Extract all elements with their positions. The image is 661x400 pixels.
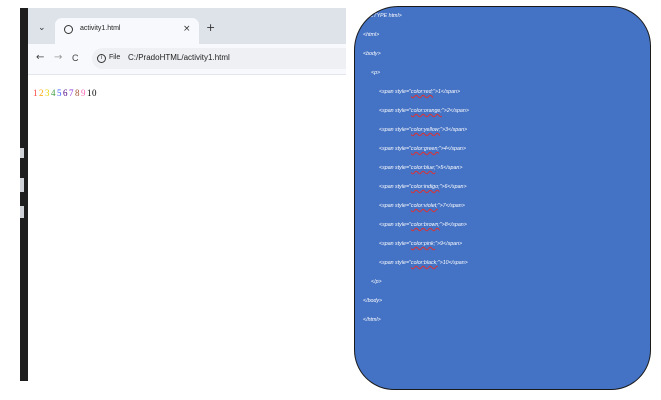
number-8: 8 — [75, 88, 80, 98]
code-text: <span style=" — [379, 89, 411, 95]
number-10: 10 — [87, 88, 97, 98]
code-text: ">8</span> — [439, 222, 467, 228]
style-value: color:green; — [410, 146, 439, 152]
style-value: color:indigo; — [410, 184, 440, 190]
code-text: <span style=" — [379, 222, 411, 228]
code-text: <html> — [363, 32, 380, 38]
code-text: <span style=" — [379, 203, 411, 209]
style-value: color:yellow; — [410, 127, 441, 133]
number-4: 4 — [51, 88, 56, 98]
code-span-line-8: <span style="color:brown;">8</span> — [379, 222, 467, 228]
editor-sidebar-mark — [20, 178, 24, 192]
number-9: 9 — [81, 88, 86, 98]
style-value: color:orange; — [410, 108, 442, 114]
address-bar[interactable]: i File C:/PradoHTML/activity1.html — [92, 48, 346, 69]
style-value: color:violet; — [410, 203, 438, 209]
number-7: 7 — [69, 88, 74, 98]
new-tab-button[interactable]: + — [206, 22, 215, 33]
url-text[interactable]: C:/PradoHTML/activity1.html — [128, 53, 230, 62]
code-span-line-3: <span style="color:yellow;">3</span> — [379, 127, 467, 133]
code-html-open: <html> — [363, 32, 379, 38]
code-text: ">4</span> — [438, 146, 466, 152]
code-span-line-1: <span style="color:red;">1</span> — [379, 89, 460, 95]
code-body-close: </body> — [363, 298, 382, 304]
code-text: </html> — [363, 317, 381, 323]
number-1: 1 — [33, 88, 38, 98]
forward-arrow-icon[interactable]: → — [54, 53, 62, 63]
code-span-line-10: <span style="color:black;">10</span> — [379, 260, 468, 266]
browser-screenshot: ⌄ activity1.html × + ← → C i File C:/Pra… — [20, 8, 346, 381]
back-arrow-icon[interactable]: ← — [36, 53, 44, 63]
code-body-open: <body> — [363, 51, 381, 57]
colored-numbers: 12345678910 — [33, 88, 98, 98]
number-5: 5 — [57, 88, 62, 98]
style-value: color:pink; — [410, 241, 436, 247]
code-text: <span style=" — [379, 260, 411, 266]
code-text: <p> — [371, 70, 381, 76]
code-text: </body> — [363, 298, 383, 304]
tab-search-dropdown-icon[interactable]: ⌄ — [38, 23, 48, 33]
number-2: 2 — [39, 88, 44, 98]
code-text: <span style=" — [379, 127, 411, 133]
file-scheme-label: File — [109, 54, 121, 61]
close-tab-icon[interactable]: × — [183, 24, 191, 34]
code-text: <span style=" — [379, 146, 411, 152]
code-text: <span style=" — [379, 165, 411, 171]
style-value: color:red; — [410, 89, 434, 95]
code-p-open: <p> — [371, 70, 380, 76]
code-span-line-9: <span style="color:pink;">9</span> — [379, 241, 462, 247]
code-p-close: </p> — [371, 279, 382, 285]
browser-toolbar: ← → C i File C:/PradoHTML/activity1.html — [28, 44, 346, 75]
code-text: <span style=" — [379, 184, 411, 190]
style-value: color:blue; — [410, 165, 436, 171]
code-text: ">10</span> — [437, 260, 468, 266]
code-span-line-7: <span style="color:violet;">7</span> — [379, 203, 465, 209]
code-text: ">7</span> — [437, 203, 465, 209]
code-text: <!DOCTYPE html> — [357, 13, 402, 19]
number-6: 6 — [63, 88, 68, 98]
editor-sidebar-mark — [20, 206, 24, 218]
tab-bar: ⌄ activity1.html × + — [28, 8, 346, 44]
code-text: ">9</span> — [435, 241, 463, 247]
code-span-line-4: <span style="color:green;">4</span> — [379, 146, 466, 152]
style-value: color:brown; — [410, 222, 440, 228]
code-text: <span style=" — [379, 108, 411, 114]
code-html-close: </html> — [363, 317, 381, 323]
code-span-line-6: <span style="color:indigo;">6</span> — [379, 184, 467, 190]
code-text: <body> — [363, 51, 381, 57]
code-span-line-2: <span style="color:orange;">2</span> — [379, 108, 469, 114]
code-text: ">5</span> — [435, 165, 463, 171]
code-span-line-5: <span style="color:blue;">5</span> — [379, 165, 462, 171]
code-text: ">3</span> — [440, 127, 468, 133]
globe-icon — [64, 25, 73, 34]
code-doctype: <!DOCTYPE html> — [357, 13, 402, 19]
info-icon[interactable]: i — [97, 54, 106, 63]
number-3: 3 — [45, 88, 50, 98]
code-text: ">1</span> — [433, 89, 461, 95]
code-text: ">2</span> — [441, 108, 469, 114]
code-panel: <!DOCTYPE html> <html> <body> <p> <span styl… — [354, 6, 651, 390]
code-text: ">6</span> — [439, 184, 467, 190]
editor-sidebar-mark — [20, 148, 24, 158]
code-text: </p> — [371, 279, 382, 285]
page-content: 12345678910 — [28, 75, 346, 381]
tab-activity1[interactable]: activity1.html × — [55, 18, 199, 44]
tab-title: activity1.html — [80, 25, 121, 32]
code-text: <span style=" — [379, 241, 411, 247]
reload-icon[interactable]: C — [72, 53, 79, 63]
style-value: color:black; — [410, 260, 438, 266]
